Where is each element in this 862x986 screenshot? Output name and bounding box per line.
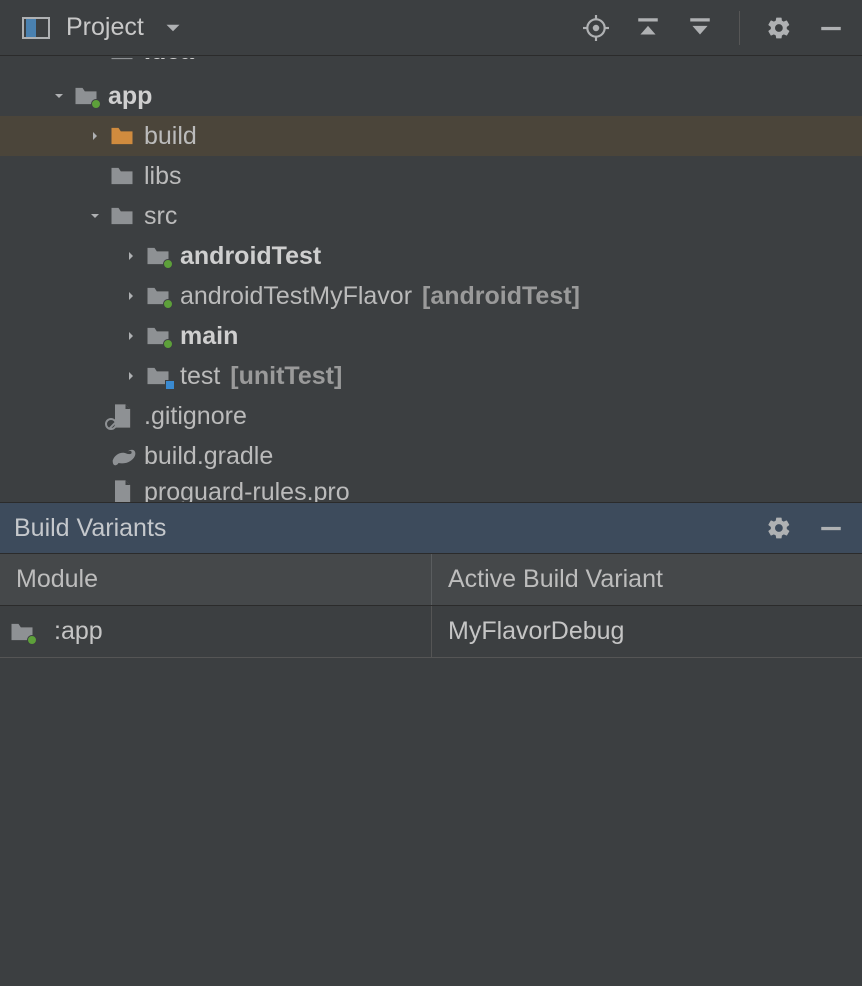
tree-label: build bbox=[144, 122, 197, 151]
chevron-down-icon[interactable] bbox=[82, 208, 108, 224]
tree-label: androidTest bbox=[180, 242, 321, 271]
tree-row-libs[interactable]: libs bbox=[0, 156, 862, 196]
project-panel-header: Project bbox=[0, 0, 862, 56]
locate-icon[interactable] bbox=[583, 15, 609, 41]
tree-suffix: [androidTest] bbox=[422, 282, 580, 311]
build-variants-header: Build Variants bbox=[0, 502, 862, 554]
tree-row-proguard[interactable]: proguard-rules.pro bbox=[0, 476, 862, 502]
tree-row-build[interactable]: build bbox=[0, 116, 862, 156]
chevron-right-icon[interactable] bbox=[82, 128, 108, 144]
divider bbox=[739, 11, 740, 45]
module-name: :app bbox=[54, 617, 103, 646]
source-folder-icon bbox=[144, 324, 172, 348]
chevron-down-icon[interactable] bbox=[46, 88, 72, 104]
tree-suffix: [unitTest] bbox=[230, 362, 342, 391]
tree-label: build.gradle bbox=[144, 442, 273, 471]
tree-label: test bbox=[180, 362, 220, 391]
variant-name: MyFlavorDebug bbox=[448, 617, 624, 646]
folder-icon bbox=[108, 124, 136, 148]
project-tree[interactable]: Idea app build libs bbox=[0, 56, 862, 502]
folder-icon bbox=[108, 164, 136, 188]
tree-row-gitignore[interactable]: .gitignore bbox=[0, 396, 862, 436]
dropdown-icon[interactable] bbox=[160, 15, 186, 41]
column-header-variant[interactable]: Active Build Variant bbox=[432, 554, 862, 605]
minimize-icon[interactable] bbox=[818, 15, 844, 41]
tree-row-buildgradle[interactable]: build.gradle bbox=[0, 436, 862, 476]
tree-row-app[interactable]: app bbox=[0, 76, 862, 116]
gear-icon[interactable] bbox=[766, 515, 792, 541]
tree-label: app bbox=[108, 82, 152, 111]
tree-row-test[interactable]: test [unitTest] bbox=[0, 356, 862, 396]
tree-label: main bbox=[180, 322, 238, 351]
tree-label: Idea bbox=[144, 58, 194, 66]
collapse-all-icon[interactable] bbox=[687, 15, 713, 41]
tree-row-src[interactable]: src bbox=[0, 196, 862, 236]
project-tool-window-icon bbox=[22, 17, 50, 39]
tree-row-main[interactable]: main bbox=[0, 316, 862, 356]
chevron-right-icon[interactable] bbox=[118, 328, 144, 344]
tree-row-androidtest[interactable]: androidTest bbox=[0, 236, 862, 276]
tree-label: libs bbox=[144, 162, 182, 191]
chevron-right-icon[interactable] bbox=[118, 288, 144, 304]
tree-label: proguard-rules.pro bbox=[144, 478, 350, 503]
tree-row-androidtestmyflavor[interactable]: androidTestMyFlavor [androidTest] bbox=[0, 276, 862, 316]
expand-all-icon[interactable] bbox=[635, 15, 661, 41]
test-folder-icon bbox=[144, 364, 172, 388]
file-icon bbox=[108, 404, 136, 428]
build-variants-table-header: Module Active Build Variant bbox=[0, 554, 862, 606]
build-variants-row[interactable]: :app MyFlavorDebug bbox=[0, 606, 862, 658]
module-folder-icon bbox=[72, 84, 100, 108]
source-folder-icon bbox=[144, 244, 172, 268]
file-icon bbox=[108, 480, 136, 502]
chevron-right-icon[interactable] bbox=[118, 248, 144, 264]
tree-label: androidTestMyFlavor bbox=[180, 282, 412, 311]
cell-variant[interactable]: MyFlavorDebug bbox=[432, 606, 862, 657]
folder-icon bbox=[108, 58, 136, 63]
tree-label: .gitignore bbox=[144, 402, 247, 431]
minimize-icon[interactable] bbox=[818, 515, 844, 541]
build-variants-title: Build Variants bbox=[14, 514, 166, 543]
chevron-right-icon[interactable] bbox=[118, 368, 144, 384]
tree-row-cutoff[interactable]: Idea bbox=[0, 58, 862, 76]
gradle-icon bbox=[108, 444, 136, 468]
cell-module[interactable]: :app bbox=[0, 606, 432, 657]
gear-icon[interactable] bbox=[766, 15, 792, 41]
project-panel-title[interactable]: Project bbox=[66, 13, 144, 42]
source-folder-icon bbox=[144, 284, 172, 308]
folder-icon bbox=[108, 204, 136, 228]
module-folder-icon bbox=[8, 620, 36, 644]
column-header-module[interactable]: Module bbox=[0, 554, 432, 605]
tree-label: src bbox=[144, 202, 177, 231]
build-variants-empty-area bbox=[0, 658, 862, 986]
